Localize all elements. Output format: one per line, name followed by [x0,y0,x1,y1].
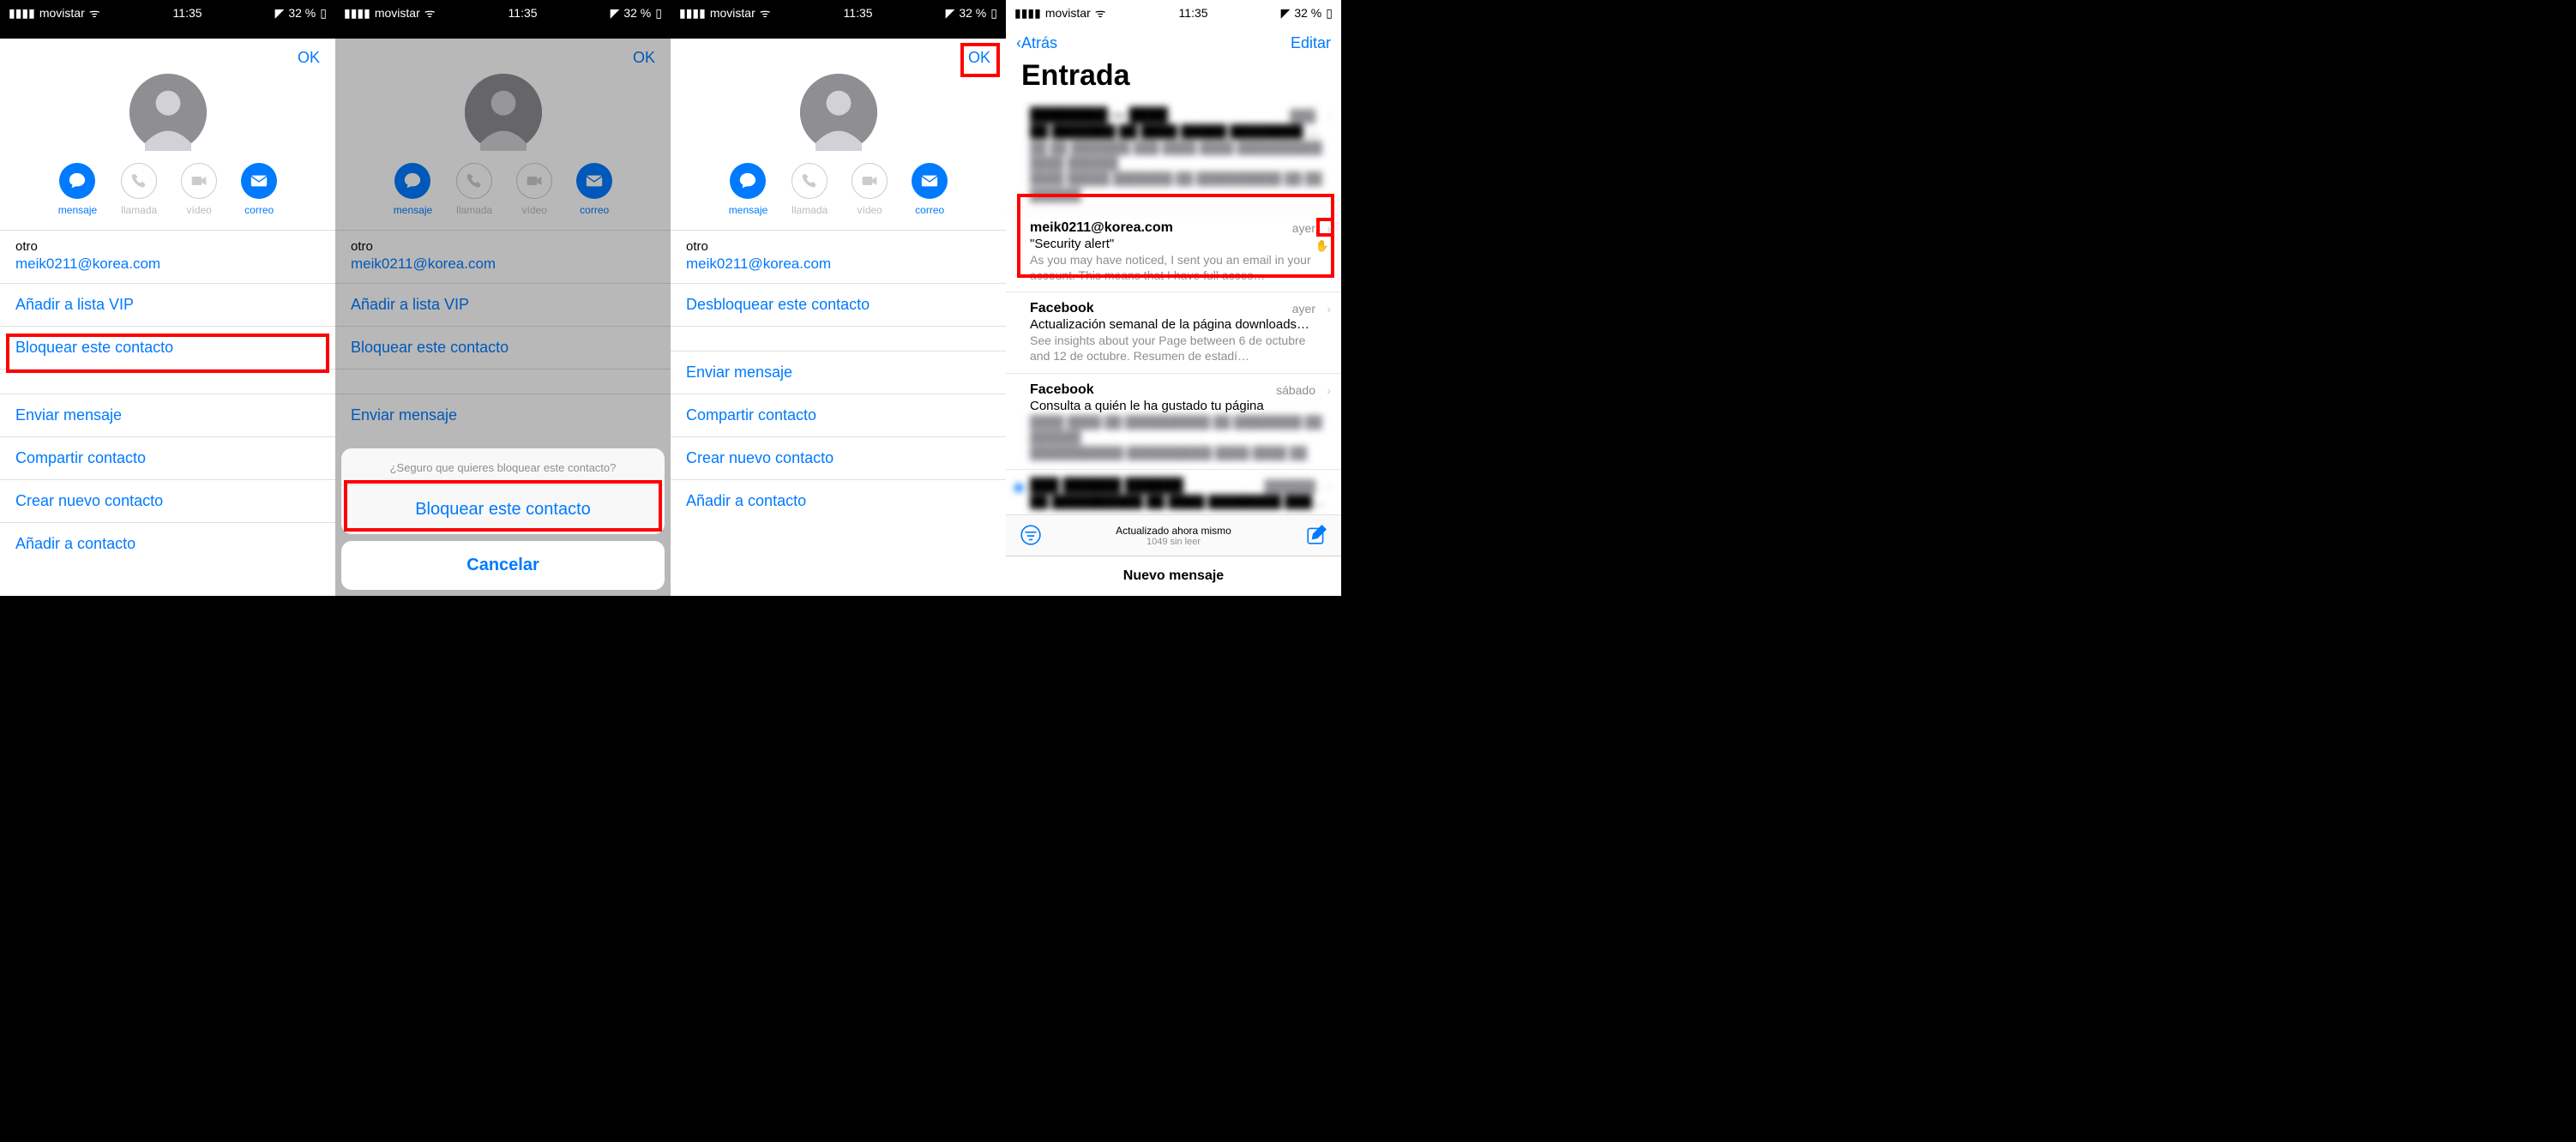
video-button: vídeo [516,163,552,216]
share-contact-link[interactable]: Compartir contacto [0,436,335,479]
email-field[interactable]: otro meik0211@korea.com [0,230,335,283]
filter-icon[interactable] [1020,524,1042,550]
mail-button[interactable]: correo [241,163,277,216]
send-message-link[interactable]: Enviar mensaje [0,394,335,436]
status-time: 11:35 [173,6,202,20]
share-contact-link[interactable]: Compartir contacto [671,394,1006,436]
back-button[interactable]: ‹ Atrás [1016,34,1057,52]
chevron-right-icon: › [1327,221,1331,235]
call-button: llamada [121,163,157,216]
hand-icon: ✋ [1315,239,1329,253]
call-button: llamada [791,163,828,216]
message-label: mensaje [58,204,97,216]
ok-button[interactable]: OK [633,49,655,67]
add-contact-link[interactable]: Añadir a contacto [671,479,1006,522]
wifi-icon: ᯤ [1095,5,1106,21]
signal-icon: ▮▮▮▮ [9,6,35,21]
mail-subject: "Security alert" [1030,237,1326,251]
new-message-bar[interactable]: Nuevo mensaje [1006,556,1341,596]
battery-icon: ▯ [655,6,662,21]
mail-button[interactable]: correo [576,163,612,216]
email-field[interactable]: otro meik0211@korea.com [335,230,671,283]
video-button: vídeo [852,163,888,216]
signal-icon: ▮▮▮▮ [679,6,706,21]
status-bar: ▮▮▮▮movistarᯤ 11:35 ◤32 %▯ [671,0,1006,26]
status-bar: ▮▮▮▮ movistar ᯤ 11:35 ◤32 % ▯ [0,0,335,26]
message-button[interactable]: mensaje [58,163,97,216]
mail-item[interactable]: meik0211@korea.com ayer › ✋ "Security al… [1006,212,1341,292]
chevron-right-icon: › [1327,383,1331,397]
action-sheet: ¿Seguro que quieres bloquear este contac… [341,448,665,590]
mail-subject: Actualización semanal de la página downl… [1030,317,1326,332]
status-bar: ▮▮▮▮movistarᯤ 11:35 ◤32 %▯ [335,0,671,26]
compose-icon[interactable] [1305,524,1327,550]
mail-sender: Facebook [1030,301,1326,316]
unblock-link[interactable]: Desbloquear este contacto [671,283,1006,327]
video-label: vídeo [187,204,212,216]
mail-preview: As you may have noticed, I sent you an e… [1030,252,1326,283]
call-button: llamada [456,163,492,216]
wifi-icon: ᯤ [760,5,771,21]
unread-label: 1049 sin leer [1116,537,1231,547]
mail-sender: meik0211@korea.com [1030,220,1326,236]
block-link[interactable]: Bloquear este contacto [0,326,335,370]
wifi-icon: ᯤ [89,5,100,21]
mail-item-blurred[interactable]: ████████ — ████ ███ › ██ ███████ ██ ████… [1006,99,1341,212]
battery-icon: ▯ [320,6,327,21]
battery-icon: ▯ [1326,6,1333,21]
location-icon: ◤ [611,6,620,21]
sheet-title: ¿Seguro que quieres bloquear este contac… [341,448,665,485]
edit-button[interactable]: Editar [1291,34,1331,52]
mail-time: ayer [1292,302,1315,316]
updated-label: Actualizado ahora mismo [1116,525,1231,537]
mail-toolbar: Actualizado ahora mismo 1049 sin leer [1006,514,1341,556]
create-contact-link[interactable]: Crear nuevo contacto [0,479,335,522]
send-message-link[interactable]: Enviar mensaje [671,351,1006,394]
location-icon: ◤ [1281,6,1291,21]
mail-item[interactable]: Facebook ayer › Actualización semanal de… [1006,292,1341,373]
message-button[interactable]: mensaje [394,163,432,216]
add-contact-link[interactable]: Añadir a contacto [0,522,335,565]
block-link[interactable]: Bloquear este contacto [335,326,671,370]
wifi-icon: ᯤ [424,5,436,21]
mail-preview: See insights about your Page between 6 d… [1030,333,1326,364]
video-button: vídeo [181,163,217,216]
mail-button[interactable]: correo [912,163,948,216]
send-message-link[interactable]: Enviar mensaje [335,394,671,436]
unread-dot-icon [1014,484,1023,492]
sheet-block-button[interactable]: Bloquear este contacto [341,485,665,534]
chevron-right-icon: › [1327,302,1331,316]
ok-button[interactable]: OK [298,49,320,67]
vip-link[interactable]: Añadir a lista VIP [335,283,671,326]
mail-time: sábado [1276,383,1315,397]
mail-item-blurred[interactable]: ███ ██████ ██████ ██████ › ██ ██████████… [1006,470,1341,519]
location-icon: ◤ [275,6,285,21]
contact-avatar [800,74,877,151]
carrier-label: movistar [39,6,85,20]
battery-label: 32 % [288,6,316,20]
ok-button[interactable]: OK [968,49,990,67]
email-value: meik0211@korea.com [15,255,320,273]
location-icon: ◤ [946,6,955,21]
contact-avatar [465,74,542,151]
mail-subject: Consulta a quién le ha gustado tu página [1030,399,1326,413]
mail-time: ayer [1292,221,1315,235]
message-button[interactable]: mensaje [729,163,767,216]
mail-label: correo [244,204,274,216]
signal-icon: ▮▮▮▮ [344,6,370,21]
signal-icon: ▮▮▮▮ [1014,6,1041,21]
create-contact-link[interactable]: Crear nuevo contacto [671,436,1006,479]
mail-item[interactable]: Facebook sábado › Consulta a quién le ha… [1006,374,1341,471]
battery-icon: ▯ [990,6,997,21]
contact-avatar [129,74,207,151]
email-field[interactable]: otro meik0211@korea.com [671,230,1006,283]
inbox-title: Entrada [1006,56,1341,99]
status-bar: ▮▮▮▮movistarᯤ 11:35 ◤32 %▯ [1006,0,1341,26]
sheet-cancel-button[interactable]: Cancelar [341,541,665,590]
call-label: llamada [121,204,157,216]
vip-link[interactable]: Añadir a lista VIP [0,283,335,326]
field-label-other: otro [15,239,320,254]
